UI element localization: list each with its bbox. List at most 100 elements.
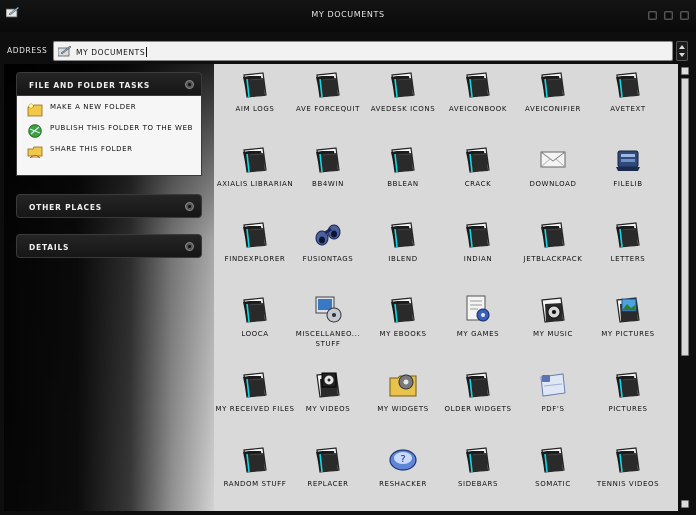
item-label: My Videos [305,405,351,413]
folder-item[interactable]: AveDesk Icons [363,68,443,114]
folder-item[interactable]: My Games [438,293,518,339]
task-publish-web[interactable]: Publish this folder to the Web [27,123,193,138]
item-label: FindExplorer [224,255,286,263]
folder-item[interactable]: My eBooks [363,293,443,339]
envelope-icon [537,143,569,175]
folder-item[interactable]: crack [438,143,518,189]
folder-item[interactable]: BB4Win [288,143,368,189]
item-label: iBlend [388,255,418,263]
folder-item[interactable]: Tennis Videos [588,443,668,489]
scroll-down-button[interactable] [681,500,689,508]
folder-item[interactable]: AveText [588,68,668,114]
folder-item[interactable]: Indian [438,218,518,264]
folder-item[interactable]: Letters [588,218,668,264]
scroll-up-button[interactable] [681,67,689,75]
vertical-scrollbar[interactable] [680,64,691,511]
close-button[interactable] [680,11,689,20]
folder-item[interactable]: My Music [513,293,593,339]
folder-item[interactable]: Looca [215,293,295,339]
games-icon [462,293,494,325]
task-pane: File and Folder Tasks Make a new folder … [4,64,214,511]
folder-item[interactable]: Pictures [588,368,668,414]
file-folder-tasks-panel: File and Folder Tasks Make a new folder … [16,72,202,176]
folder-item[interactable]: FindExplorer [215,218,295,264]
folder-item[interactable]: ? ResHacker [363,443,443,489]
folder-item[interactable]: Download [513,143,593,189]
expand-icon[interactable] [185,202,194,211]
folder-item[interactable]: My Widgets [363,368,443,414]
other-places-header[interactable]: Other Places [16,194,202,218]
task-share-folder[interactable]: Share this folder [27,144,193,159]
folder-item[interactable]: AveIconBook [438,68,518,114]
address-dropdown-button[interactable] [676,41,688,61]
folder-icon [312,143,344,175]
share-folder-icon [27,146,43,159]
item-label: My Pictures [601,330,655,338]
pictures-icon [612,293,644,325]
folder-icon [239,218,271,250]
folder-item[interactable]: My Received Files [215,368,295,414]
scroll-thumb[interactable] [681,78,689,356]
folder-item[interactable]: Somatic [513,443,593,489]
folder-item[interactable]: Random Stuff [215,443,295,489]
item-label: Ave ForceQuit [296,105,360,113]
reshacker-icon: ? [387,443,419,475]
folder-item[interactable]: FusionTags [288,218,368,264]
svg-text:?: ? [400,454,405,465]
new-folder-icon [27,103,43,117]
task-make-new-folder[interactable]: Make a new folder [27,102,193,117]
item-label: AveIconBook [448,105,508,113]
details-header[interactable]: Details [16,234,202,258]
file-folder-tasks-header[interactable]: File and Folder Tasks [16,72,202,96]
file-view[interactable]: AIM Logs Ave ForceQuit AveDesk Icons AveIco… [214,64,678,511]
item-label: JetBlackPack [523,255,583,263]
panel-title: File and Folder Tasks [29,81,151,90]
folder-item[interactable]: PDF's [513,368,593,414]
collapse-icon[interactable] [185,80,194,89]
address-input[interactable]: My Documents [53,41,673,61]
folder-item[interactable]: FileLib [588,143,668,189]
folder-item[interactable]: Replacer [288,443,368,489]
folder-icon [239,143,271,175]
folder-item[interactable]: BBLean [363,143,443,189]
folder-icon [239,68,271,100]
folder-icon [387,218,419,250]
maximize-button[interactable] [664,11,673,20]
folder-icon [239,293,271,325]
file-folder-tasks-body: Make a new folder Publish this folder to… [16,96,202,176]
folder-item[interactable]: Miscellaneo... Stuff [288,293,368,349]
folder-icon [612,68,644,100]
expand-icon[interactable] [185,242,194,251]
folder-item[interactable]: Axialis Librarian [215,143,295,189]
folder-icon [612,368,644,400]
panel-title: Other Places [29,203,102,212]
folder-item[interactable]: JetBlackPack [513,218,593,264]
folder-item[interactable]: My Videos [288,368,368,414]
folder-icon [612,443,644,475]
folder-item[interactable]: AveIconifier [513,68,593,114]
item-label: My Received Files [215,405,295,413]
item-label: Tennis Videos [596,480,660,488]
folder-item[interactable]: AIM Logs [215,68,295,114]
folder-icon [239,368,271,400]
folder-item[interactable]: Sidebars [438,443,518,489]
item-label: Replacer [307,480,349,488]
folder-icon [462,68,494,100]
folder-icon [537,443,569,475]
folder-item[interactable]: My Pictures [588,293,668,339]
binoculars-icon [312,218,344,250]
music-icon [537,293,569,325]
folder-icon [462,368,494,400]
item-label: Random Stuff [223,480,287,488]
monitor-icon [312,293,344,325]
folder-item[interactable]: Ave ForceQuit [288,68,368,114]
minimize-button[interactable] [648,11,657,20]
folder-item[interactable]: Older Widgets [438,368,518,414]
folder-item[interactable]: iBlend [363,218,443,264]
folder-icon [462,218,494,250]
item-label: AveText [610,105,646,113]
item-label: My eBooks [379,330,427,338]
item-label: Looca [241,330,269,338]
folder-icon [387,68,419,100]
item-label: BBLean [387,180,419,188]
